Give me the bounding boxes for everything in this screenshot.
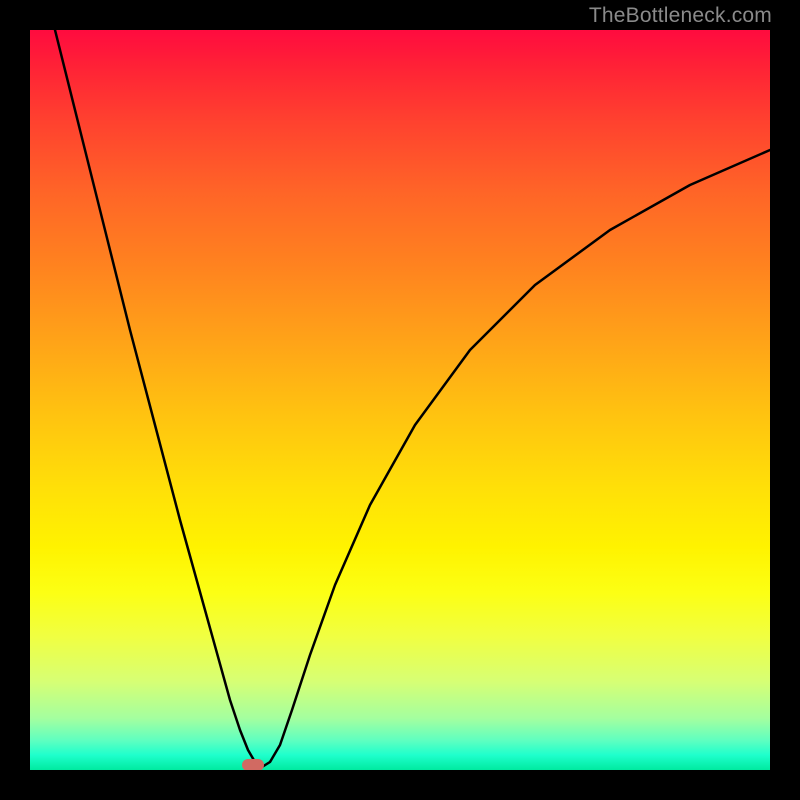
chart-frame: TheBottleneck.com <box>0 0 800 800</box>
plot-area <box>30 30 770 770</box>
bottleneck-curve <box>30 30 770 770</box>
optimal-point-marker <box>242 759 264 770</box>
watermark-text: TheBottleneck.com <box>589 4 772 28</box>
